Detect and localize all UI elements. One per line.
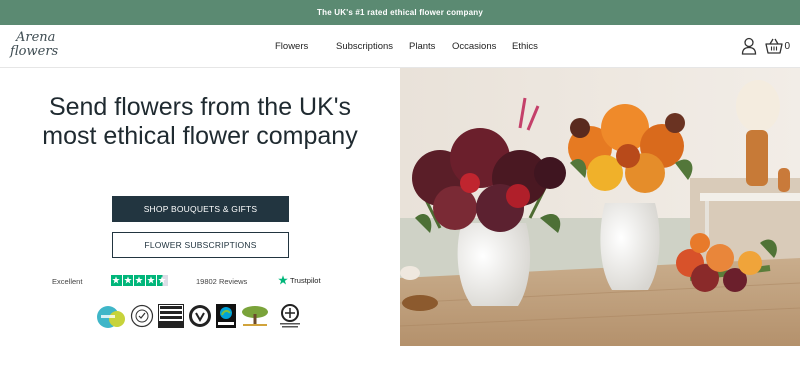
- shop-bouquets-button[interactable]: SHOP BOUQUETS & GIFTS: [112, 196, 289, 222]
- hero-image: [400, 68, 800, 346]
- basket-button[interactable]: 0: [765, 38, 790, 54]
- announcement-bar: The UK's #1 rated ethical flower company: [0, 0, 800, 25]
- header-actions: 0: [741, 37, 790, 55]
- basket-icon: [765, 38, 784, 54]
- b-corp-style-badge-icon: [130, 304, 154, 333]
- trustpilot-logo: Trustpilot: [278, 275, 321, 285]
- account-icon[interactable]: [741, 37, 757, 55]
- trustpilot-widget[interactable]: Excellent 19802 Reviews Trustpilot: [0, 275, 400, 289]
- vegan-society-badge-icon: [188, 304, 212, 333]
- star-icon: [134, 275, 145, 286]
- trustpilot-brand-name: Trustpilot: [290, 275, 321, 285]
- good-business-charter-badge-icon: [276, 304, 304, 335]
- basket-count: 0: [784, 40, 790, 52]
- site-header: Arena flowers Flowers Subscriptions Plan…: [0, 25, 800, 68]
- arena-flowers-logo[interactable]: Arena flowers: [10, 31, 66, 63]
- living-wage-badge-icon: [96, 304, 126, 335]
- announcement-text: The UK's #1 rated ethical flower company: [317, 8, 483, 17]
- trustpilot-review-count: 19802 Reviews: [196, 277, 248, 286]
- good-shopping-guide-ethical-badge-icon: [158, 304, 184, 333]
- hero-content: Send flowers from the UK's most ethical …: [0, 68, 400, 346]
- nav-item-occasions[interactable]: Occasions: [452, 41, 496, 52]
- trustpilot-star-icon: [278, 275, 288, 285]
- nav-item-ethics[interactable]: Ethics: [512, 41, 538, 52]
- nav-item-plants[interactable]: Plants: [409, 41, 435, 52]
- tree-planting-badge-icon: [240, 304, 270, 333]
- nav-item-subscriptions[interactable]: Subscriptions: [336, 41, 393, 52]
- flower-subscriptions-button[interactable]: FLOWER SUBSCRIPTIONS: [112, 232, 289, 258]
- star-icon: [122, 275, 133, 286]
- logo-line-1: Arena: [16, 30, 56, 45]
- star-icon: [111, 275, 122, 286]
- logo-line-2: flowers: [10, 44, 59, 59]
- flower-bouquets-photo: [400, 68, 800, 346]
- star-icon: [145, 275, 156, 286]
- trustpilot-stars: [111, 275, 168, 286]
- half-star-icon: [157, 275, 168, 286]
- nav-item-flowers[interactable]: Flowers: [275, 41, 308, 52]
- trustpilot-rating-word: Excellent: [52, 277, 83, 286]
- hero-headline: Send flowers from the UK's most ethical …: [42, 93, 358, 150]
- fairtrade-badge-icon: [216, 304, 236, 333]
